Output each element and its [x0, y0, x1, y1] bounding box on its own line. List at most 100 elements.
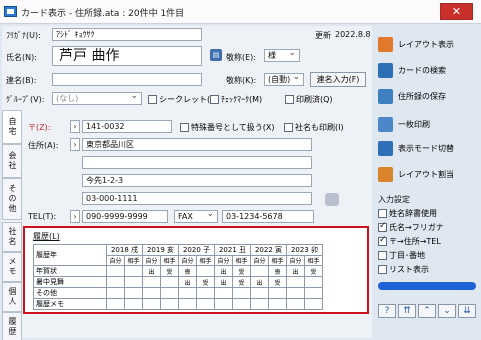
card-search-button[interactable]: カードの検索	[378, 60, 446, 80]
history-cell[interactable]	[196, 265, 215, 277]
layout-assign-button[interactable]: レイアウト割当	[378, 164, 454, 184]
postal-field[interactable]: 141-0032	[82, 120, 172, 133]
history-cell[interactable]: 出	[142, 265, 161, 277]
history-cell[interactable]	[232, 298, 251, 310]
history-cell[interactable]: 受	[304, 265, 323, 277]
save-address-book-button[interactable]: 住所録の保存	[378, 86, 446, 106]
history-cell[interactable]	[214, 298, 233, 310]
print-one-button[interactable]: 一枚印刷	[378, 114, 430, 134]
check-mark-checkbox[interactable]: ﾁｪｯｸﾏｰｸ(M)	[210, 94, 262, 105]
address-line4-field[interactable]: 03-000-1111	[82, 192, 312, 205]
history-cell[interactable]: 出	[286, 265, 305, 277]
history-cell[interactable]	[196, 287, 215, 299]
tab-home[interactable]: 自宅	[2, 110, 22, 144]
history-cell[interactable]	[124, 265, 143, 277]
history-cell[interactable]: 受	[232, 276, 251, 288]
history-cell[interactable]	[250, 265, 269, 277]
address-line3-field[interactable]: 今先1-2-3	[82, 174, 312, 187]
fax-select[interactable]: FAX	[174, 210, 218, 223]
honorific-select[interactable]: 様	[264, 49, 300, 62]
group-select[interactable]: (なし)	[52, 92, 142, 105]
history-cell[interactable]: 出	[214, 276, 233, 288]
history-cell[interactable]	[304, 298, 323, 310]
address-book-icon[interactable]: ▤	[210, 49, 222, 61]
history-cell[interactable]	[268, 298, 287, 310]
address-line1-field[interactable]: 東京都品川区	[82, 138, 312, 151]
tab-company-name[interactable]: 社名	[2, 222, 22, 252]
view-mode-button[interactable]: 表示モード切替	[378, 138, 454, 158]
history-cell[interactable]: 受	[160, 265, 179, 277]
history-cell[interactable]	[160, 298, 179, 310]
printed-checkbox[interactable]: 印刷済(Q)	[285, 94, 333, 105]
history-cell[interactable]	[304, 287, 323, 299]
tab-company[interactable]: 会社	[2, 144, 22, 178]
history-cell[interactable]: 受	[196, 276, 215, 288]
tel-field[interactable]: 090-9999-9999	[82, 210, 168, 223]
history-cell[interactable]	[250, 298, 269, 310]
help-button[interactable]: ?	[378, 304, 396, 318]
joint-name-field[interactable]	[52, 73, 202, 86]
history-cell[interactable]	[124, 276, 143, 288]
history-cell[interactable]	[178, 298, 197, 310]
history-sub-header: 自分	[178, 255, 197, 266]
option-list-view[interactable]: リスト表示	[378, 264, 429, 275]
history-cell[interactable]	[304, 276, 323, 288]
history-cell[interactable]	[106, 276, 125, 288]
tab-personal[interactable]: 個人	[2, 282, 22, 312]
history-cell[interactable]	[196, 298, 215, 310]
tab-other[interactable]: その他	[2, 178, 22, 220]
company-print-checkbox[interactable]: 社名も印刷(I)	[284, 122, 344, 133]
name-field[interactable]: 芦戸 曲作	[52, 46, 202, 66]
last-record-button[interactable]: ⇊	[458, 304, 476, 318]
history-cell[interactable]: 喪	[178, 265, 197, 277]
history-cell[interactable]	[250, 287, 269, 299]
tel-arrow-button[interactable]: ›	[70, 210, 80, 223]
history-year: 2022 寅	[250, 244, 287, 256]
history-cell[interactable]	[124, 287, 143, 299]
history-cell[interactable]	[106, 287, 125, 299]
history-cell[interactable]	[106, 298, 125, 310]
history-cell[interactable]	[268, 287, 287, 299]
history-cell[interactable]	[160, 287, 179, 299]
person-icon[interactable]	[325, 193, 339, 206]
fax-field[interactable]: 03-1234-5678	[222, 210, 314, 223]
tab-memo[interactable]: メモ	[2, 252, 22, 282]
history-cell[interactable]	[286, 287, 305, 299]
history-cell[interactable]: 受	[232, 265, 251, 277]
history-cell[interactable]: 喪	[268, 265, 287, 277]
first-record-button[interactable]: ⇈	[398, 304, 416, 318]
option-name-dictionary[interactable]: 姓名辞書使用	[378, 208, 437, 219]
option-postal-to-address[interactable]: 〒→住所→TEL	[378, 235, 441, 247]
postal-arrow-button[interactable]: ›	[70, 120, 80, 133]
secret-checkbox[interactable]: シークレット(O)	[148, 94, 220, 105]
history-cell[interactable]	[214, 287, 233, 299]
history-cell[interactable]: 出	[214, 265, 233, 277]
joint-input-button[interactable]: 連名入力(F)	[310, 72, 366, 87]
close-button[interactable]: ✕	[440, 3, 473, 20]
history-cell[interactable]	[106, 265, 125, 277]
history-cell[interactable]	[142, 287, 161, 299]
history-cell[interactable]	[142, 276, 161, 288]
history-cell[interactable]	[178, 287, 197, 299]
prev-record-button[interactable]: ⌃	[418, 304, 436, 318]
history-cell[interactable]: 出	[178, 276, 197, 288]
history-cell[interactable]	[124, 298, 143, 310]
history-cell[interactable]	[232, 287, 251, 299]
joint-honorific-select[interactable]: (自動)	[264, 73, 304, 86]
history-cell[interactable]	[142, 298, 161, 310]
history-cell[interactable]	[286, 276, 305, 288]
history-cell[interactable]	[286, 298, 305, 310]
input-settings-label: 入力設定	[378, 195, 410, 204]
tab-history[interactable]: 履歴	[2, 312, 22, 340]
option-chome-banchi[interactable]: 丁目･番地	[378, 250, 425, 261]
furigana-field[interactable]: ｱｼﾄﾞ ｷｮｳｻｸ	[52, 28, 202, 41]
special-number-checkbox[interactable]: 特殊番号として扱う(X)	[180, 122, 274, 133]
layout-view-button[interactable]: レイアウト表示	[378, 34, 454, 54]
address-line2-field[interactable]	[82, 156, 312, 169]
address-arrow-button[interactable]: ›	[70, 138, 80, 151]
history-cell[interactable]: 受	[268, 276, 287, 288]
history-cell[interactable]	[160, 276, 179, 288]
next-record-button[interactable]: ⌄	[438, 304, 456, 318]
option-name-to-furigana[interactable]: 氏名→フリガナ	[378, 221, 444, 233]
history-cell[interactable]: 出	[250, 276, 269, 288]
